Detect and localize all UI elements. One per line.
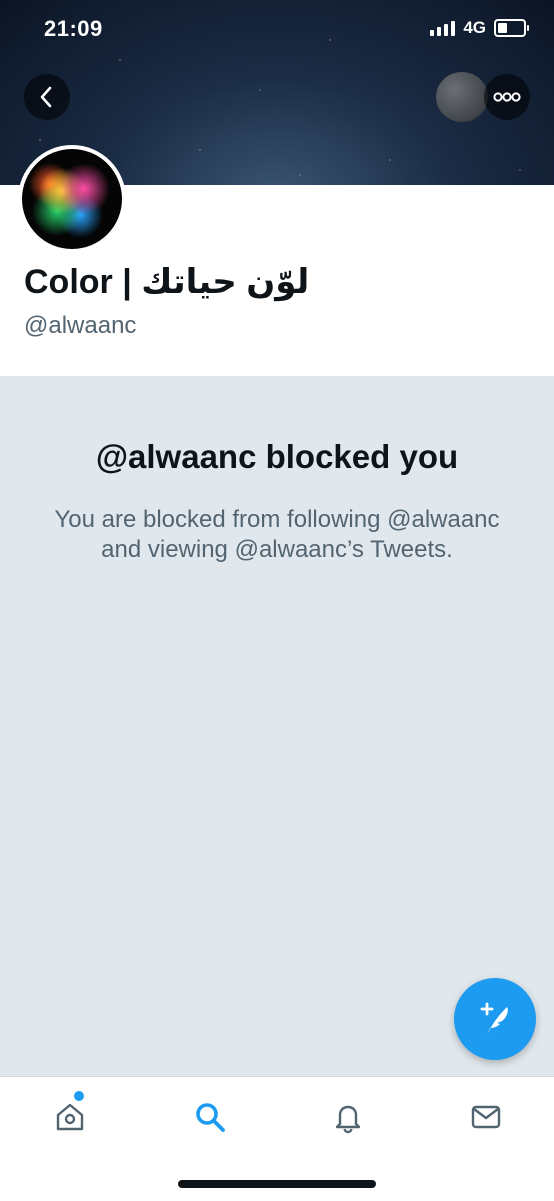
banner-moon	[436, 72, 488, 122]
status-indicators: 4G	[430, 18, 529, 38]
status-time: 21:09	[44, 16, 103, 41]
display-name: Color | لوّن حياتك	[24, 263, 310, 301]
avatar-image	[22, 149, 122, 249]
tab-search[interactable]	[190, 1097, 230, 1137]
battery-icon	[494, 19, 529, 37]
tab-notifications[interactable]	[328, 1097, 368, 1137]
envelope-icon	[471, 1105, 501, 1129]
avatar[interactable]	[18, 145, 126, 253]
search-icon	[196, 1103, 225, 1132]
blocked-message: You are blocked from following @alwaanc …	[54, 506, 500, 563]
more-horizontal-icon	[493, 92, 521, 102]
more-options-button[interactable]	[484, 74, 530, 120]
bell-icon	[335, 1105, 361, 1134]
home-indicator	[178, 1180, 376, 1188]
home-icon	[56, 1103, 84, 1131]
compose-tweet-icon	[480, 1002, 508, 1035]
cellular-signal-icon	[430, 20, 456, 36]
blocked-title: @alwaanc blocked you	[95, 438, 459, 475]
compose-tweet-button[interactable]	[454, 978, 536, 1060]
home-notification-dot	[74, 1091, 84, 1101]
back-button[interactable]	[24, 74, 70, 120]
network-type: 4G	[463, 18, 486, 37]
blocked-panel	[0, 376, 554, 1076]
chevron-left-icon	[40, 86, 52, 108]
tab-home[interactable]	[50, 1091, 90, 1137]
status-bar: 21:09 4G	[0, 0, 554, 60]
tab-messages[interactable]	[466, 1097, 506, 1137]
profile-handle: @alwaanc	[24, 312, 137, 339]
